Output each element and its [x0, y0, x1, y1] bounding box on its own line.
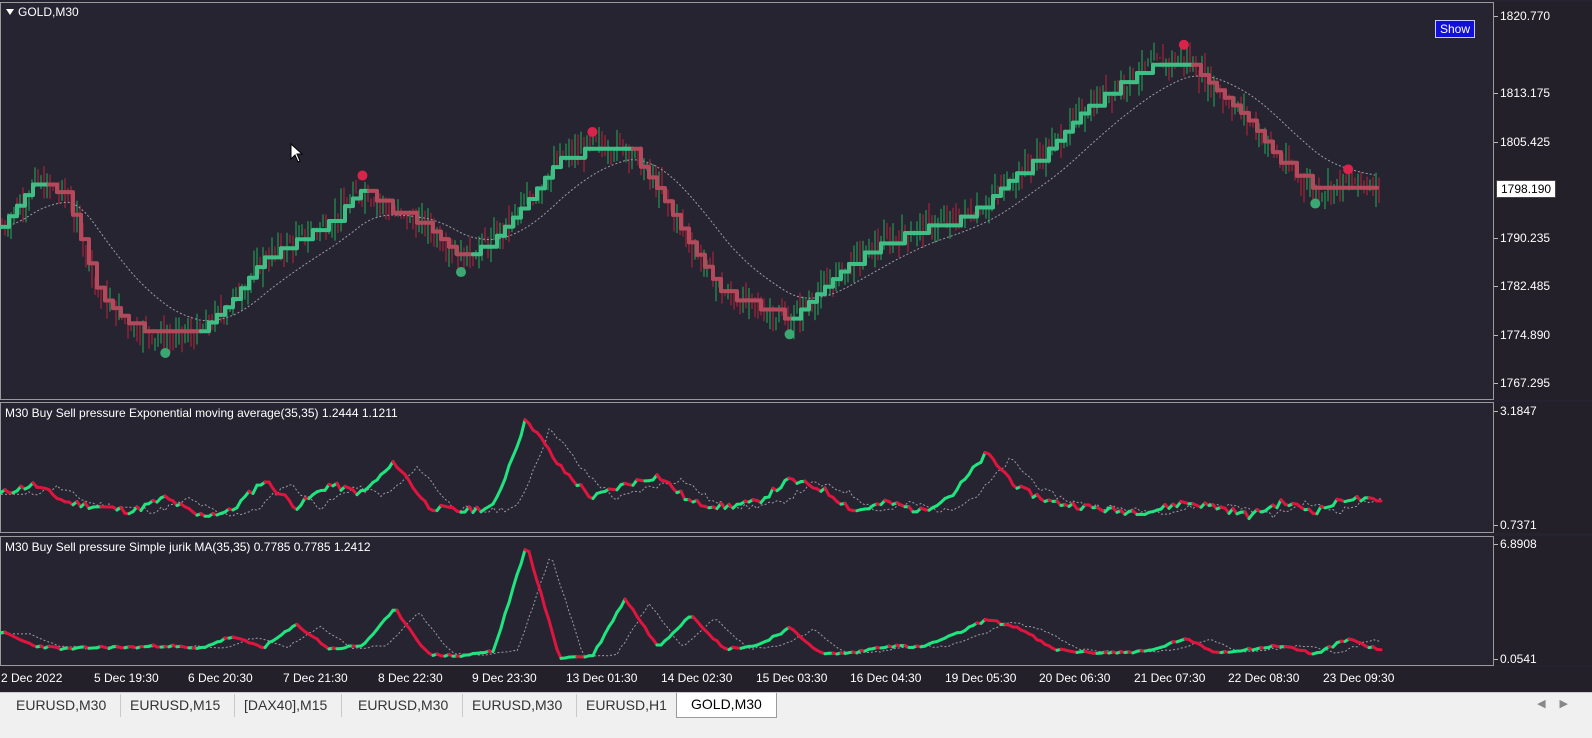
time-tick: 21 Dec 07:30 — [1134, 671, 1205, 685]
step-ma-segment — [633, 149, 641, 167]
step-ma-segment — [1041, 149, 1049, 161]
step-ma-segment — [65, 192, 73, 215]
step-ma-segment — [681, 229, 689, 243]
step-ma-segment — [713, 279, 721, 291]
buy-signal-icon — [1310, 199, 1320, 209]
time-axis[interactable]: 2 Dec 2022 5 Dec 19:30 6 Dec 20:30 7 Dec… — [0, 667, 1592, 691]
step-ma-segment — [489, 236, 497, 247]
tab-eurusd-m30-2[interactable]: EURUSD,M30 — [344, 694, 463, 717]
tab-eurusd-m30[interactable]: EURUSD,M30 — [2, 694, 121, 717]
step-ma-segment — [857, 253, 865, 265]
price-axis[interactable]: 1820.770 1813.175 1805.425 1790.235 1782… — [1494, 2, 1592, 400]
step-ma-segment — [1025, 161, 1033, 174]
step-ma-segment — [657, 188, 665, 201]
time-tick: 22 Dec 08:30 — [1228, 671, 1299, 685]
sell-signal-icon — [1343, 164, 1353, 174]
buy-signal-icon — [456, 267, 466, 277]
pressure-segment — [513, 575, 517, 588]
time-tick: 19 Dec 05:30 — [945, 671, 1016, 685]
price-tick: 1790.235 — [1500, 231, 1550, 245]
pressure-segment — [505, 466, 509, 479]
time-tick: 16 Dec 04:30 — [850, 671, 921, 685]
price-chart-canvas[interactable] — [1, 3, 1495, 401]
indicator1-pane[interactable]: M30 Buy Sell pressure Exponential moving… — [0, 402, 1494, 533]
buy-signal-icon — [160, 348, 170, 358]
time-tick: 13 Dec 01:30 — [566, 671, 637, 685]
sell-signal-icon — [1179, 40, 1189, 50]
pressure-segment — [545, 608, 549, 620]
tab-dax40-m15[interactable]: [DAX40],M15 — [230, 694, 342, 717]
show-button[interactable]: Show — [1435, 20, 1475, 38]
time-tick: 15 Dec 03:30 — [756, 671, 827, 685]
indicator2-axis-min: 0.0541 — [1500, 652, 1537, 666]
indicator1-axis[interactable]: 3.1847 0.7371 — [1494, 402, 1592, 533]
price-tick: 1782.485 — [1500, 279, 1550, 293]
sell-signal-icon — [357, 171, 367, 181]
tab-eurusd-m15[interactable]: EURUSD,M15 — [116, 694, 235, 717]
indicator2-axis[interactable]: 6.8908 0.0541 — [1494, 536, 1592, 666]
sell-signal-icon — [587, 127, 597, 137]
indicator1-axis-max: 3.1847 — [1500, 404, 1537, 418]
pressure-segment — [513, 447, 517, 457]
pressure-segment — [501, 479, 505, 489]
pressure-segment — [521, 550, 525, 564]
current-price-label: 1798.190 — [1496, 180, 1556, 198]
mouse-cursor-icon — [290, 143, 304, 163]
step-ma-segment — [665, 201, 673, 215]
time-tick: 7 Dec 21:30 — [283, 671, 348, 685]
indicator1-axis-min: 0.7371 — [1500, 518, 1537, 532]
tab-scroll-arrows-icon[interactable]: ◀▶ — [1537, 697, 1582, 710]
time-tick: 14 Dec 02:30 — [661, 671, 732, 685]
time-tick: 23 Dec 09:30 — [1323, 671, 1394, 685]
pressure-segment — [549, 620, 553, 635]
price-tick: 1813.175 — [1500, 86, 1550, 100]
pressure-segment — [553, 635, 557, 649]
step-ma-segment — [537, 178, 545, 189]
pressure-segment — [517, 564, 521, 575]
price-tick: 1774.890 — [1500, 328, 1550, 342]
step-ma-segment — [233, 288, 241, 299]
step-ma-segment — [81, 239, 89, 263]
pressure-segment — [497, 628, 501, 640]
step-ma-segment — [1097, 94, 1105, 106]
time-tick: 2 Dec 2022 — [1, 671, 62, 685]
indicator2-axis-max: 6.8908 — [1500, 537, 1537, 551]
pressure-segment — [505, 603, 509, 614]
pressure-segment — [509, 456, 513, 465]
tab-gold-m30[interactable]: GOLD,M30 — [676, 693, 777, 718]
tab-eurusd-m30-3[interactable]: EURUSD,M30 — [458, 694, 577, 717]
step-ma-segment — [89, 263, 97, 287]
price-tick: 1820.770 — [1500, 9, 1550, 23]
time-tick: 8 Dec 22:30 — [378, 671, 443, 685]
step-ma-segment — [1305, 176, 1313, 188]
chart-tab-bar[interactable]: EURUSD,M30 EURUSD,M15 [DAX40],M15 EURUSD… — [0, 692, 1592, 738]
pressure-segment — [533, 567, 537, 580]
tab-eurusd-h1[interactable]: EURUSD,H1 — [572, 694, 682, 717]
time-tick: 20 Dec 06:30 — [1039, 671, 1110, 685]
indicator1-canvas[interactable] — [1, 403, 1495, 534]
pressure-segment — [529, 552, 533, 568]
step-ma-segment — [689, 242, 697, 255]
time-tick: 6 Dec 20:30 — [188, 671, 253, 685]
pressure-segment — [981, 453, 985, 463]
price-chart-pane[interactable]: GOLD,M30 Show — [0, 2, 1494, 400]
step-ma-segment — [1113, 82, 1121, 94]
time-tick: 5 Dec 19:30 — [94, 671, 159, 685]
pressure-segment — [517, 436, 521, 447]
time-tick: 9 Dec 23:30 — [472, 671, 537, 685]
slow-ma-line — [1, 76, 1375, 321]
pressure-segment — [541, 593, 545, 608]
pressure-segment — [521, 420, 525, 436]
indicator2-pane[interactable]: M30 Buy Sell pressure Simple jurik MA(35… — [0, 536, 1494, 666]
step-ma-segment — [705, 267, 713, 279]
indicator2-canvas[interactable] — [1, 537, 1495, 667]
pressure-segment — [509, 588, 513, 603]
buy-signal-icon — [785, 329, 795, 339]
price-tick: 1767.295 — [1500, 376, 1550, 390]
step-ma-segment — [1289, 163, 1297, 176]
pressure-segment — [493, 640, 497, 652]
price-tick: 1805.425 — [1500, 135, 1550, 149]
pressure-segment — [501, 614, 505, 629]
